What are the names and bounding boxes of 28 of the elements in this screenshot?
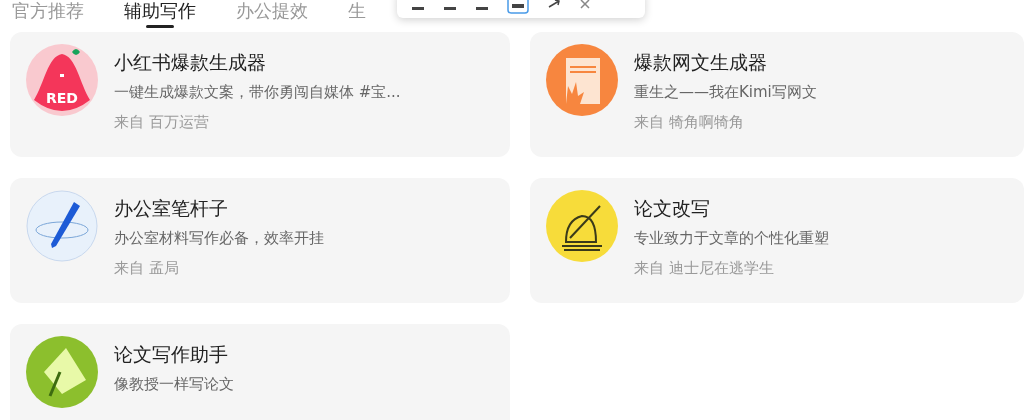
bell-pepper-icon [26,44,98,116]
card-background[interactable]: 论文写作助手 像教授一样写论文 [10,324,510,420]
card-description: 办公室材料写作必备，效率开挂 [114,228,324,248]
card-title: 论文改写 [634,196,711,220]
card-background[interactable]: 论文改写 专业致力于文章的个性化重塑 来自 迪士尼在逃学生 [530,178,1024,303]
arrow-icon[interactable] [547,0,561,11]
card-title: 爆款网文生成器 [634,50,768,74]
card-description: 重生之——我在Kimi写网文 [634,82,817,102]
card-description: 像教授一样写论文 [114,374,234,394]
card-title: 论文写作助手 [114,342,229,366]
document-icon [546,44,618,116]
close-icon[interactable] [579,0,591,10]
card-background[interactable]: 爆款网文生成器 重生之——我在Kimi写网文 来自 犄角啊犄角 [530,32,1024,157]
card-title: 小红书爆款生成器 [114,50,267,74]
tab[interactable]: 辅助写作 [124,0,196,28]
pen-icon [26,190,98,262]
card-source: 来自 犄角啊犄角 [634,112,745,132]
card-source: 来自 迪士尼在逃学生 [634,258,775,278]
card-source: 来自 孟局 [114,258,180,278]
card-description: 一键生成爆款文案，带你勇闯自媒体 #宝... [114,82,401,102]
card-background[interactable]: 办公室笔杆子 办公室材料写作必备，效率开挂 来自 孟局 [10,178,510,303]
card-background[interactable]: RED 小红书爆款生成器 一键生成爆款文案，带你勇闯自媒体 #宝... 来自 百万运营 [10,32,510,157]
paper-and-pencil-icon [26,336,98,408]
box-icon[interactable] [507,0,529,14]
badge-text: RED [45,90,79,106]
card-title: 办公室笔杆子 [114,196,229,220]
card-source: 来自 百万运营 [114,112,210,132]
card-description: 专业致力于文章的个性化重塑 [634,228,829,248]
